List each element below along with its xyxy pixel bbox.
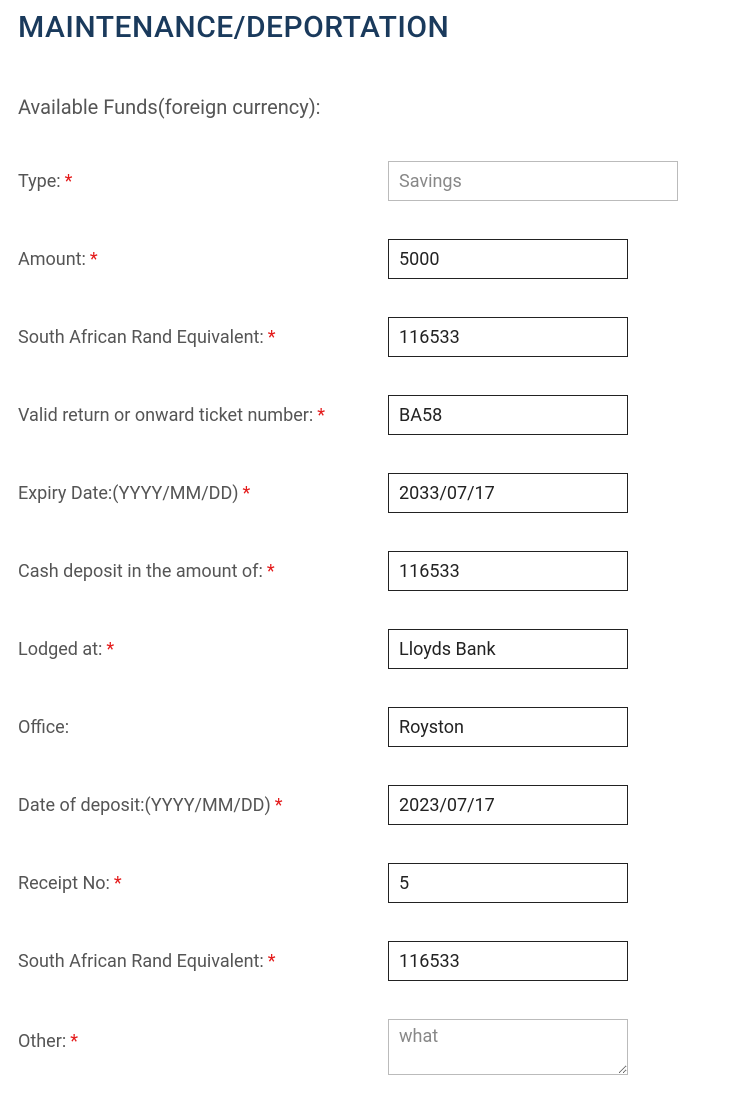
row-deposit-date: Date of deposit:(YYYY/MM/DD) * bbox=[18, 785, 711, 825]
input-receipt-no[interactable] bbox=[388, 863, 628, 903]
input-lodged-at[interactable] bbox=[388, 629, 628, 669]
input-deposit-date[interactable] bbox=[388, 785, 628, 825]
required-marker: * bbox=[90, 251, 98, 269]
page-title: MAINTENANCE/DEPORTATION bbox=[18, 10, 711, 45]
required-marker: * bbox=[268, 329, 276, 347]
section-label: Available Funds(foreign currency): bbox=[18, 95, 711, 119]
label-expiry-date: Expiry Date:(YYYY/MM/DD)* bbox=[18, 483, 388, 504]
input-ticket-number[interactable] bbox=[388, 395, 628, 435]
input-expiry-date[interactable] bbox=[388, 473, 628, 513]
row-cash-deposit: Cash deposit in the amount of: * bbox=[18, 551, 711, 591]
required-marker: * bbox=[317, 407, 325, 425]
row-other: Other: * bbox=[18, 1019, 711, 1079]
row-rand-equiv-1: South African Rand Equivalent: * bbox=[18, 317, 711, 357]
row-lodged-at: Lodged at: * bbox=[18, 629, 711, 669]
label-receipt-no: Receipt No: * bbox=[18, 873, 388, 894]
label-deposit-date: Date of deposit:(YYYY/MM/DD) * bbox=[18, 795, 388, 816]
input-rand-equiv-1[interactable] bbox=[388, 317, 628, 357]
label-lodged-at: Lodged at: * bbox=[18, 639, 388, 660]
required-marker: * bbox=[267, 563, 275, 581]
label-office: Office: bbox=[18, 717, 388, 738]
row-expiry-date: Expiry Date:(YYYY/MM/DD)* bbox=[18, 473, 711, 513]
required-marker: * bbox=[268, 953, 276, 971]
required-marker: * bbox=[114, 875, 122, 893]
required-marker: * bbox=[243, 485, 251, 503]
row-receipt-no: Receipt No: * bbox=[18, 863, 711, 903]
required-marker: * bbox=[65, 173, 73, 191]
input-rand-equiv-2[interactable] bbox=[388, 941, 628, 981]
label-amount: Amount: * bbox=[18, 249, 388, 270]
required-marker: * bbox=[70, 1033, 78, 1051]
input-cash-deposit[interactable] bbox=[388, 551, 628, 591]
input-type bbox=[388, 161, 678, 201]
row-amount: Amount: * bbox=[18, 239, 711, 279]
row-rand-equiv-2: South African Rand Equivalent: * bbox=[18, 941, 711, 981]
row-office: Office: bbox=[18, 707, 711, 747]
row-ticket-number: Valid return or onward ticket number: * bbox=[18, 395, 711, 435]
label-type: Type: * bbox=[18, 171, 388, 192]
input-office[interactable] bbox=[388, 707, 628, 747]
label-ticket-number: Valid return or onward ticket number: * bbox=[18, 405, 388, 426]
row-type: Type: * bbox=[18, 161, 711, 201]
input-amount[interactable] bbox=[388, 239, 628, 279]
label-rand-equiv-2: South African Rand Equivalent: * bbox=[18, 951, 388, 972]
required-marker: * bbox=[275, 797, 283, 815]
label-cash-deposit: Cash deposit in the amount of: * bbox=[18, 561, 388, 582]
label-rand-equiv-1: South African Rand Equivalent: * bbox=[18, 327, 388, 348]
required-marker: * bbox=[106, 641, 114, 659]
input-other[interactable] bbox=[388, 1019, 628, 1075]
